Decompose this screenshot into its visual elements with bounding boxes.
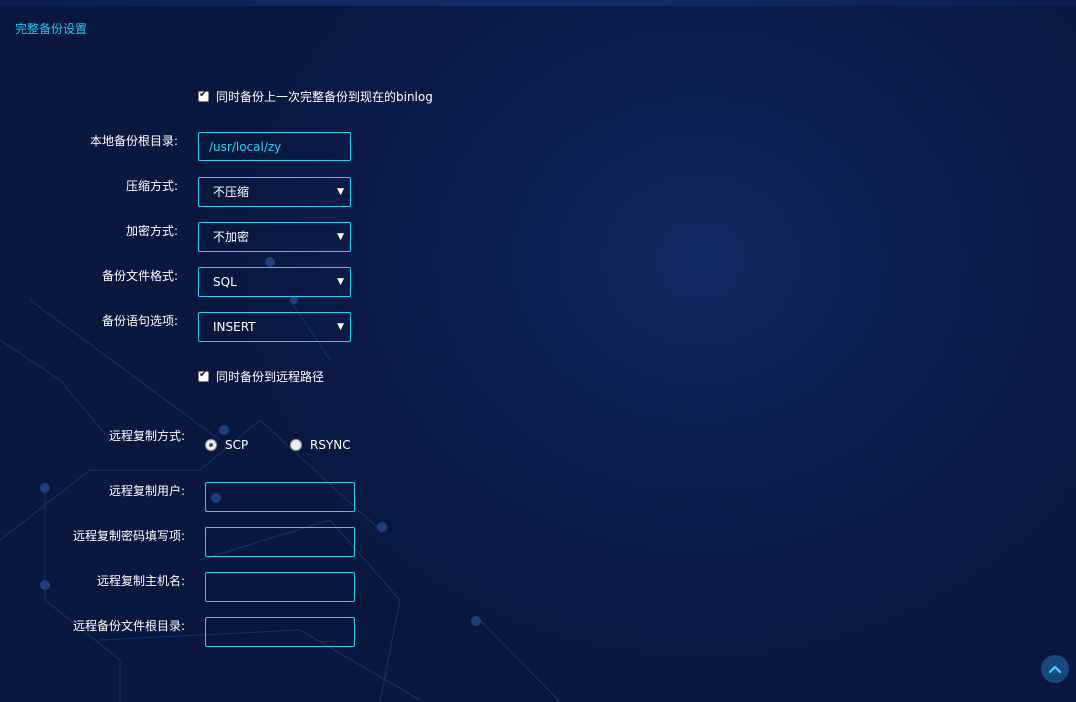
background-decoration	[0, 257, 561, 702]
radio-scp-label: SCP	[225, 438, 249, 452]
binlog-checkbox-row[interactable]: 同时备份上一次完整备份到现在的binlog	[198, 88, 433, 105]
radio-rsync-button[interactable]	[290, 439, 302, 451]
compression-label: 压缩方式:	[125, 179, 178, 193]
compression-select[interactable]: 不压缩 ▼	[198, 177, 351, 207]
compression-value: 不压缩	[213, 185, 250, 199]
binlog-checkbox[interactable]	[198, 89, 209, 102]
remote-user-label: 远程复制用户:	[108, 484, 185, 498]
radio-scp-button[interactable]	[205, 439, 217, 451]
remote-user-input[interactable]	[205, 482, 355, 512]
top-bar	[0, 0, 1076, 6]
caret-down-icon: ▼	[337, 232, 344, 242]
caret-down-icon: ▼	[337, 277, 344, 287]
remote-host-input[interactable]	[205, 572, 355, 602]
statement-select[interactable]: INSERT ▼	[198, 312, 351, 342]
remote-root-input[interactable]	[205, 617, 355, 647]
encryption-select[interactable]: 不加密 ▼	[198, 222, 351, 252]
radio-rsync-label: RSYNC	[310, 438, 351, 452]
remote-checkbox-label: 同时备份到远程路径	[216, 370, 325, 384]
local-root-label: 本地备份根目录:	[89, 134, 178, 148]
remote-checkbox[interactable]	[198, 369, 209, 382]
chevron-up-icon	[1048, 665, 1062, 674]
remote-password-input[interactable]	[205, 527, 355, 557]
remote-root-label: 远程备份文件根目录:	[72, 619, 185, 633]
caret-down-icon: ▼	[337, 187, 344, 197]
statement-label: 备份语句选项:	[101, 314, 178, 328]
binlog-checkbox-label: 同时备份上一次完整备份到现在的binlog	[216, 90, 433, 104]
statement-value: INSERT	[213, 320, 256, 334]
local-root-input[interactable]: /usr/local/zy	[198, 132, 351, 161]
file-format-label: 备份文件格式:	[101, 269, 178, 283]
scroll-top-button[interactable]	[1041, 655, 1069, 683]
encryption-value: 不加密	[213, 230, 250, 244]
radio-rsync[interactable]: RSYNC	[290, 438, 351, 452]
file-format-value: SQL	[213, 275, 237, 289]
copy-method-label: 远程复制方式:	[108, 429, 185, 443]
remote-checkbox-row[interactable]: 同时备份到远程路径	[198, 368, 324, 385]
file-format-select[interactable]: SQL ▼	[198, 267, 351, 297]
panel-title: 完整备份设置	[15, 22, 88, 36]
remote-host-label: 远程复制主机名:	[96, 574, 185, 588]
radio-scp[interactable]: SCP	[205, 438, 248, 452]
remote-password-label: 远程复制密码填写项:	[72, 529, 185, 543]
encryption-label: 加密方式:	[125, 224, 178, 238]
caret-down-icon: ▼	[337, 322, 344, 332]
